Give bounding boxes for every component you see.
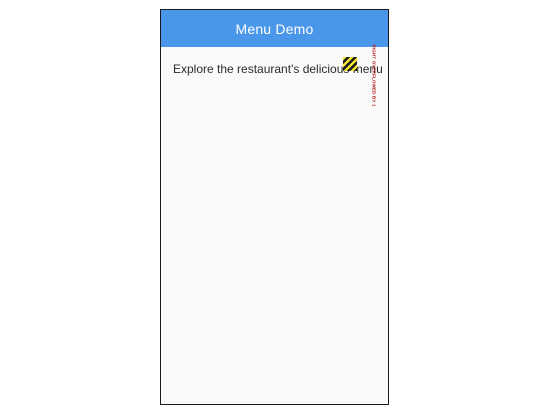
overflow-warning-label: RIGHT OVERFLOWED BY 1 <box>369 43 379 107</box>
app-bar-title: Menu Demo <box>235 20 314 37</box>
overflow-warning-text: RIGHT OVERFLOWED BY 1 <box>371 44 377 106</box>
app-bar: Menu Demo <box>161 10 388 47</box>
content-area: Explore the restaurant's delicious menu … <box>161 47 388 404</box>
device-screen: Menu Demo Explore the restaurant's delic… <box>160 9 389 405</box>
overflow-warning-stripes <box>343 57 357 71</box>
